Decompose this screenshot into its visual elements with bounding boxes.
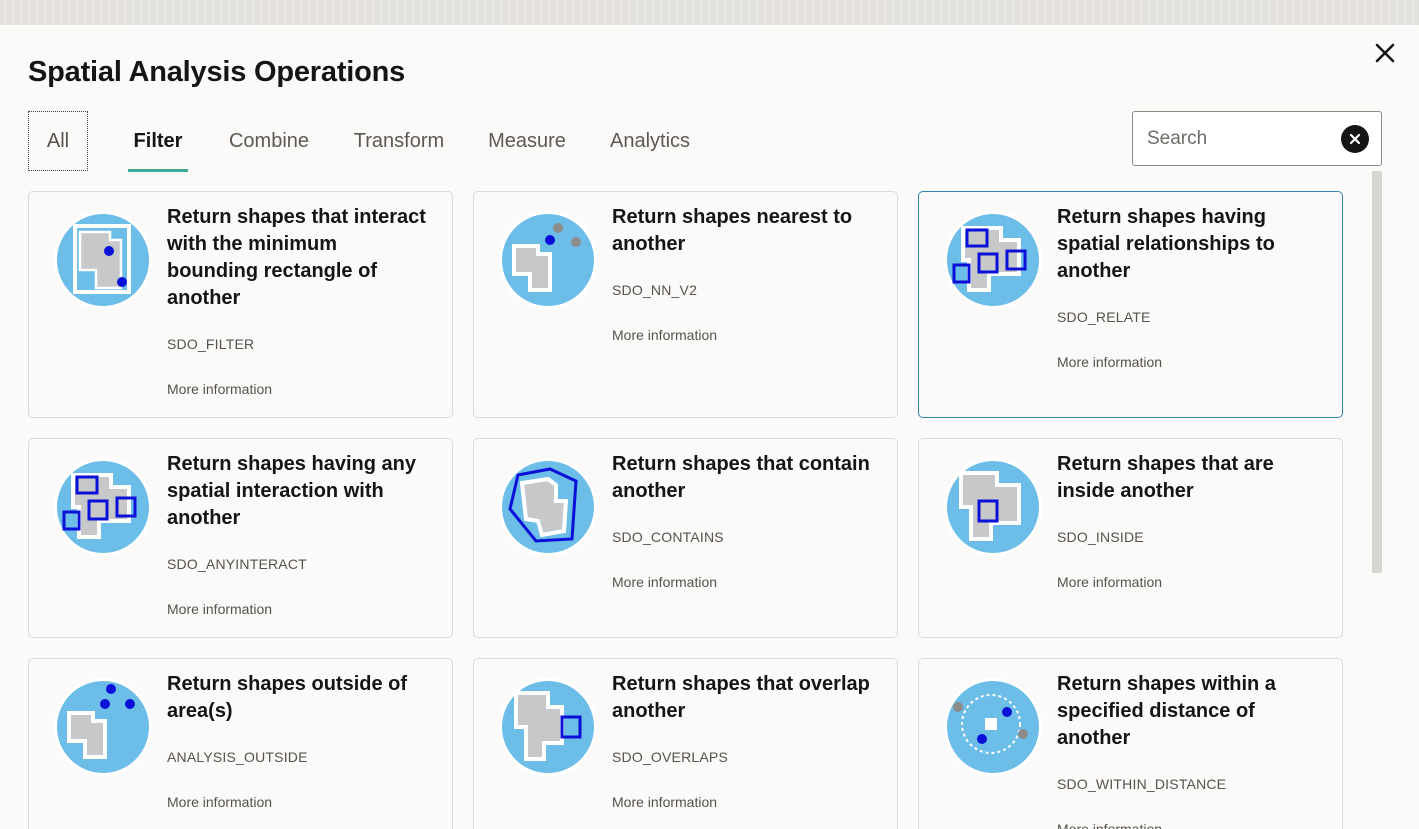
operation-card-analysis-outside[interactable]: Return shapes outside of area(s) ANALYSI…: [28, 658, 453, 829]
card-title: Return shapes having any spatial interac…: [167, 453, 416, 529]
card-title: Return shapes outside of area(s): [167, 673, 408, 722]
within-distance-icon: [944, 678, 1042, 776]
operation-card-sdo-inside[interactable]: Return shapes that are inside another SD…: [918, 438, 1343, 638]
close-button[interactable]: [1369, 37, 1401, 69]
card-code: SDO_CONTAINS: [612, 529, 724, 545]
card-title: Return shapes nearest to another: [612, 206, 853, 255]
card-title: Return shapes having spatial relationshi…: [1057, 206, 1275, 282]
card-title: Return shapes that are inside another: [1057, 453, 1274, 502]
more-information-link[interactable]: More information: [1057, 821, 1162, 829]
inside-icon: [944, 458, 1042, 556]
tab-all[interactable]: All: [28, 111, 88, 171]
overlaps-icon: [499, 678, 597, 776]
search-clear-button[interactable]: [1341, 125, 1369, 153]
tab-analytics[interactable]: Analytics: [604, 111, 696, 171]
card-code: SDO_WITHIN_DISTANCE: [1057, 776, 1227, 792]
operation-card-sdo-nn-v2[interactable]: Return shapes nearest to another SDO_NN_…: [473, 191, 898, 418]
more-information-link[interactable]: More information: [1057, 354, 1162, 370]
tab-combine[interactable]: Combine: [224, 111, 314, 171]
scrollbar-thumb[interactable]: [1372, 171, 1382, 573]
search-box: [1132, 111, 1382, 166]
card-code: ANALYSIS_OUTSIDE: [167, 749, 308, 765]
card-code: SDO_FILTER: [167, 336, 255, 352]
contains-icon: [499, 458, 597, 556]
clear-circle-icon: [1349, 133, 1361, 145]
card-title: Return shapes that overlap another: [612, 673, 870, 722]
more-information-link[interactable]: More information: [612, 574, 717, 590]
more-information-link[interactable]: More information: [1057, 574, 1162, 590]
tab-filter[interactable]: Filter: [128, 111, 188, 172]
operation-card-sdo-overlaps[interactable]: Return shapes that overlap another SDO_O…: [473, 658, 898, 829]
card-code: SDO_ANYINTERACT: [167, 556, 307, 572]
page-backdrop: [0, 0, 1419, 25]
more-information-link[interactable]: More information: [167, 381, 272, 397]
spatial-operations-dialog: Spatial Analysis Operations All Filter C…: [0, 25, 1419, 829]
more-information-link[interactable]: More information: [612, 327, 717, 343]
operation-card-sdo-filter[interactable]: Return shapes that interact with the min…: [28, 191, 453, 418]
operation-card-sdo-contains[interactable]: Return shapes that contain another SDO_C…: [473, 438, 898, 638]
search-input[interactable]: [1147, 112, 1337, 165]
filter-mbr-icon: [54, 211, 152, 309]
tab-transform[interactable]: Transform: [348, 111, 450, 171]
operation-card-sdo-anyinteract[interactable]: Return shapes having any spatial interac…: [28, 438, 453, 638]
more-information-link[interactable]: More information: [167, 794, 272, 810]
more-information-link[interactable]: More information: [612, 794, 717, 810]
operation-card-sdo-relate[interactable]: Return shapes having spatial relationshi…: [918, 191, 1343, 418]
operation-card-sdo-within-distance[interactable]: Return shapes within a specified distanc…: [918, 658, 1343, 829]
outside-icon: [54, 678, 152, 776]
card-code: SDO_OVERLAPS: [612, 749, 728, 765]
tab-measure[interactable]: Measure: [484, 111, 570, 171]
card-code: SDO_INSIDE: [1057, 529, 1144, 545]
nearest-neighbor-icon: [499, 211, 597, 309]
card-title: Return shapes that contain another: [612, 453, 870, 502]
card-code: SDO_RELATE: [1057, 309, 1151, 325]
more-information-link[interactable]: More information: [167, 601, 272, 617]
anyinteract-icon: [54, 458, 152, 556]
relate-icon: [944, 211, 1042, 309]
card-title: Return shapes that interact with the min…: [167, 206, 426, 309]
close-icon: [1375, 43, 1395, 63]
dialog-title: Spatial Analysis Operations: [28, 56, 406, 88]
card-code: SDO_NN_V2: [612, 282, 698, 298]
card-title: Return shapes within a specified distanc…: [1057, 673, 1276, 749]
